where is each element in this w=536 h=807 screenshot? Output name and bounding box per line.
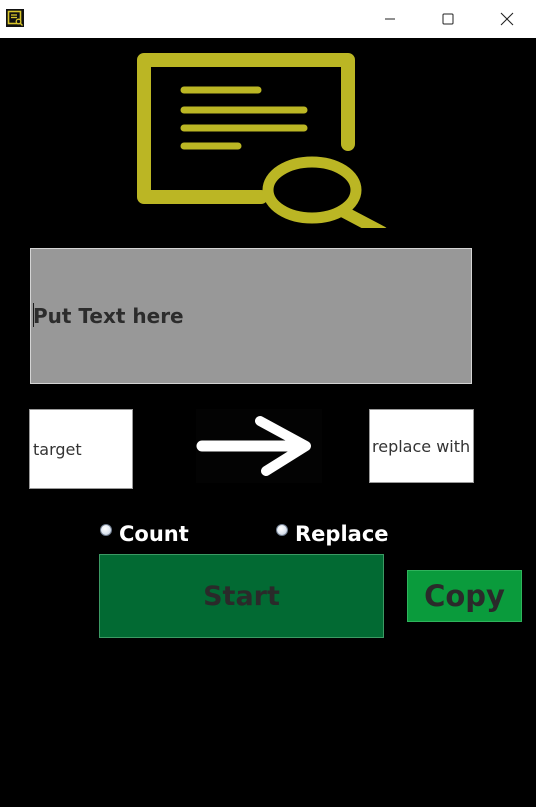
target-input[interactable]: target xyxy=(29,409,133,489)
maximize-button[interactable] xyxy=(419,0,477,38)
text-search-icon xyxy=(6,9,24,27)
replace-with-input-value: replace with xyxy=(372,436,471,456)
close-icon xyxy=(500,12,514,26)
minimize-button[interactable] xyxy=(361,0,419,38)
title-bar xyxy=(0,0,536,38)
maximize-icon xyxy=(442,13,454,25)
replace-radio-button[interactable] xyxy=(276,524,288,536)
start-button-label: Start xyxy=(203,580,280,612)
count-radio-button[interactable] xyxy=(100,524,112,536)
start-button[interactable]: Start xyxy=(99,554,384,638)
app-client-area: Put Text here target replace with Count … xyxy=(0,38,536,807)
replace-with-input[interactable]: replace with xyxy=(369,409,474,483)
count-radio[interactable]: Count xyxy=(100,522,189,546)
target-input-value: target xyxy=(33,439,82,459)
minimize-icon xyxy=(385,18,395,20)
replace-radio[interactable]: Replace xyxy=(276,522,389,546)
document-search-icon xyxy=(136,52,390,238)
close-button[interactable] xyxy=(478,0,536,38)
replace-radio-label: Replace xyxy=(295,522,389,546)
count-radio-label: Count xyxy=(119,522,189,546)
copy-button[interactable]: Copy xyxy=(407,570,522,622)
copy-button-label: Copy xyxy=(424,579,505,613)
arrow-right-icon xyxy=(196,409,322,483)
text-area-placeholder: Put Text here xyxy=(33,304,184,328)
input-text-area[interactable]: Put Text here xyxy=(30,248,472,384)
